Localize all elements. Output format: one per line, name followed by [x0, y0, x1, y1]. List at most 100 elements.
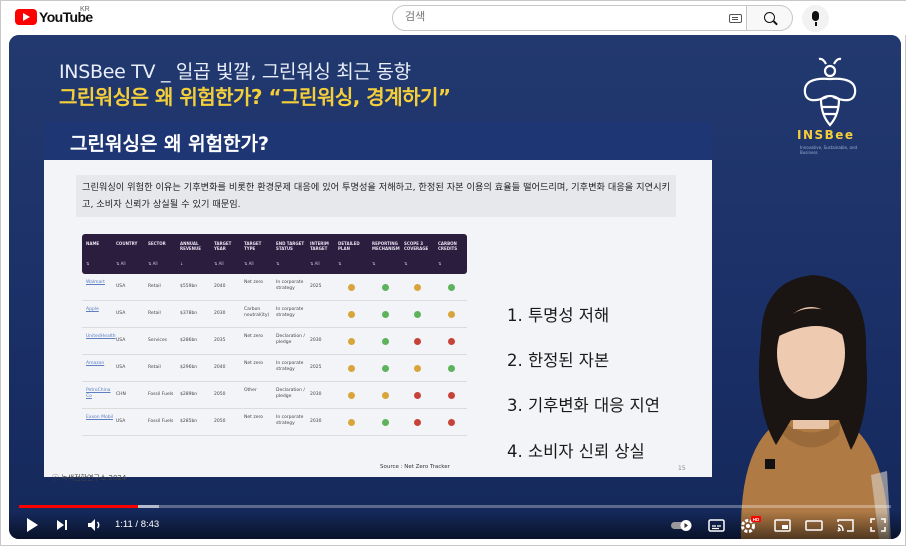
status-dot	[382, 311, 389, 318]
presentation-slide: 그린워싱은 왜 위험한가? 그린워싱이 위험한 이유는 기후변화를 비롯한 환경…	[44, 122, 712, 477]
table-header-cell[interactable]: REPORTING MECHANISM	[372, 241, 402, 251]
brand-name: INSBee	[797, 128, 855, 142]
table-header-cell[interactable]: SECTOR	[148, 241, 178, 246]
company-link[interactable]: Apple	[86, 307, 116, 313]
table-row: UnitedHealth USA Services $286bn 2035 Net zer…	[82, 328, 467, 355]
status-dot	[414, 365, 421, 372]
status-dot	[348, 284, 355, 291]
status-dot	[348, 365, 355, 372]
table-cell: Carbon neutral(ity)	[244, 307, 270, 318]
table-cell: USA	[116, 284, 126, 289]
slide-description: 그린워싱이 위험한 이유는 기후변화를 비롯한 환경문제 대응에 있어 투명성을…	[76, 175, 676, 217]
voice-search-button[interactable]	[802, 5, 829, 32]
table-row: Apple USA Retail $378bn 2030 Carbon neutral(i…	[82, 301, 467, 328]
cast-icon[interactable]	[836, 515, 856, 535]
sort-icon[interactable]: ⇅ All	[116, 261, 126, 266]
company-link[interactable]: UnitedHealth	[86, 334, 116, 340]
table-cell: 2030	[310, 392, 322, 397]
table-cell: In corporate strategy	[276, 361, 304, 372]
theater-icon[interactable]	[804, 515, 824, 535]
status-dot	[448, 419, 455, 426]
table-cell: Fossil Fuels	[148, 392, 174, 397]
table-row: Walmart USA Retail $559bn 2040 Net zero In cor…	[82, 274, 467, 301]
table-header-cell[interactable]: NAME	[86, 241, 116, 246]
fullscreen-icon[interactable]	[869, 515, 887, 535]
table-header-cell[interactable]: TARGET YEAR	[214, 241, 244, 251]
company-link[interactable]: Exxon Mobil	[86, 415, 116, 421]
table-cell: USA	[116, 419, 126, 424]
status-dot	[382, 392, 389, 399]
search-input[interactable]	[405, 10, 705, 23]
status-dot	[382, 284, 389, 291]
play-icon[interactable]	[23, 515, 41, 535]
table-cell: 2025	[310, 365, 322, 370]
company-link[interactable]: Amazon	[86, 361, 116, 367]
table-cell: 2030	[310, 338, 322, 343]
table-cell: Net zero	[244, 280, 263, 285]
search-button[interactable]	[747, 5, 793, 31]
video-subheadline: 그린워싱은 왜 위험한가? “그린워싱, 경계하기”	[59, 81, 451, 110]
company-link[interactable]: PetroChina Co	[86, 388, 116, 399]
progress-bar[interactable]	[19, 505, 891, 508]
table-header-cell[interactable]: INTERIM TARGET	[310, 241, 340, 251]
video-player[interactable]: INSBee TV _ 일곱 빛깔, 그린워싱 최근 동향 그린워싱은 왜 위험…	[9, 35, 901, 539]
table-header-cell[interactable]: CARBON CREDITS	[438, 241, 468, 251]
status-dot	[348, 338, 355, 345]
keyboard-icon[interactable]	[729, 14, 742, 23]
bee-logo-icon	[803, 57, 857, 127]
table-cell: Net zero	[244, 415, 263, 420]
table-body: Walmart USA Retail $559bn 2040 Net zero In cor…	[82, 274, 467, 436]
status-dot	[448, 311, 455, 318]
table-header-cell[interactable]: ANNUAL REVENUE	[180, 241, 210, 251]
search-box[interactable]	[392, 5, 747, 31]
table-cell: 2040	[214, 284, 226, 289]
status-dot	[348, 419, 355, 426]
subheadline-strong: “그린워싱, 경계하기”	[268, 85, 452, 109]
table-cell: $289bn	[180, 392, 198, 397]
status-dot	[414, 419, 421, 426]
table-header-cell[interactable]: SCOPE 3 COVERAGE	[404, 241, 434, 251]
table-cell: USA	[116, 365, 126, 370]
sort-icon[interactable]: ⇅	[404, 261, 407, 266]
sort-icon[interactable]: ⇅	[438, 261, 441, 266]
sort-icon[interactable]: ⇅ All	[148, 261, 158, 266]
sort-icon[interactable]: ↓	[180, 261, 183, 266]
table-cell: $285bn	[180, 419, 198, 424]
status-dot	[414, 338, 421, 345]
sort-icon[interactable]: ⇅ All	[214, 261, 224, 266]
player-controls: 1:11 / 8:43 HD	[9, 511, 901, 539]
table-header-cell[interactable]: COUNTRY	[116, 241, 146, 246]
sort-icon[interactable]: ⇅ All	[244, 261, 254, 266]
next-icon[interactable]	[53, 515, 71, 535]
net-zero-table: NAME ⇅ COUNTRY ⇅ All SECTOR ⇅ All ANNUAL REVEN…	[82, 234, 467, 436]
table-cell: $559bn	[180, 284, 198, 289]
miniplayer-icon[interactable]	[773, 515, 793, 535]
volume-icon[interactable]	[85, 515, 105, 535]
table-cell: 2040	[214, 365, 226, 370]
sort-icon[interactable]: ⇅	[86, 261, 89, 266]
sort-icon[interactable]: ⇅	[276, 261, 279, 266]
table-cell: USA	[116, 338, 126, 343]
list-item: 1. 투명성 저해	[507, 306, 610, 325]
table-row: Exxon Mobil USA Fossil Fuels $285bn 2050 Net …	[82, 409, 467, 436]
table-cell: Services	[148, 338, 167, 343]
table-header-cell[interactable]: DETAILED PLAN	[338, 241, 368, 251]
company-link[interactable]: Walmart	[86, 280, 116, 286]
sort-icon[interactable]: ⇅	[372, 261, 375, 266]
subtitles-icon[interactable]	[707, 515, 727, 535]
youtube-play-icon	[15, 9, 37, 25]
table-header-cell[interactable]: END TARGET STATUS	[276, 241, 306, 251]
status-dot	[448, 338, 455, 345]
sort-icon[interactable]: ⇅ All	[310, 261, 320, 266]
autoplay-toggle[interactable]	[669, 515, 695, 535]
table-cell: Retail	[148, 311, 161, 316]
table-cell: Retail	[148, 284, 161, 289]
table-cell: 2050	[214, 419, 226, 424]
table-cell: 2025	[310, 284, 322, 289]
table-header-cell[interactable]: TARGET TYPE	[244, 241, 274, 251]
settings-icon[interactable]: HD	[739, 515, 761, 535]
slide-source: Source : Net Zero Tracker	[380, 464, 450, 470]
sort-icon[interactable]: ⇅	[338, 261, 341, 266]
table-cell: Declaration / pledge	[276, 334, 305, 345]
table-cell: 2050	[214, 392, 226, 397]
